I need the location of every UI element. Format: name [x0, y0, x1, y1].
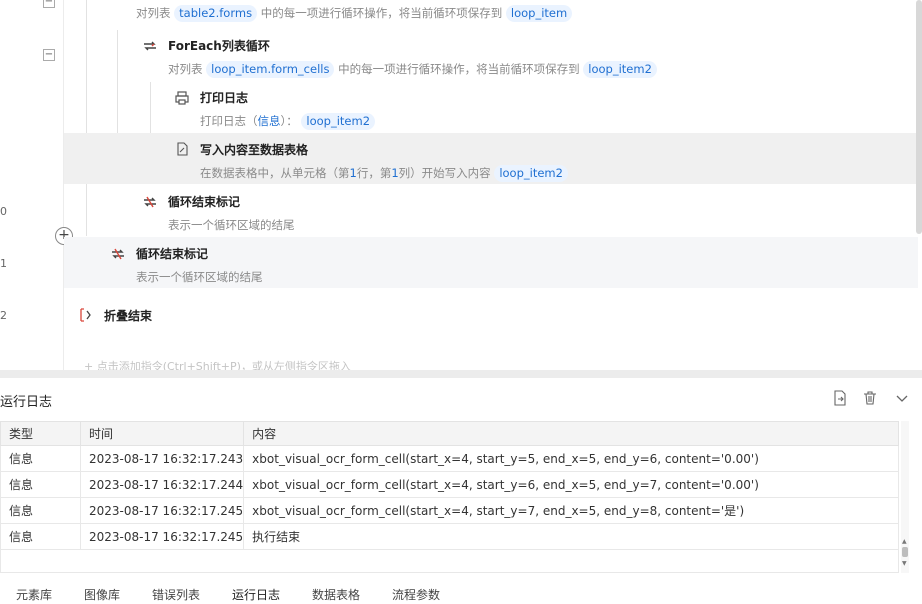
cell-content: 执行结束	[243, 523, 899, 550]
write-table-step[interactable]: 写入内容至数据表格 在数据表格中，从单元格（第1行，第1列）开始写入内容 loo…	[200, 142, 568, 182]
run-log-panel: 运行日志 类型 时间 内容 信息 2023-08-17 16:32:17.243…	[0, 378, 922, 574]
indent-guide	[86, 0, 87, 236]
step-title: ForEach列表循环	[168, 39, 270, 53]
column-header-content[interactable]: 内容	[243, 421, 899, 446]
cell-type: 信息	[0, 445, 81, 472]
step-description: 对列表 loop_item.form_cells 中的每一项进行循环操作，将当前…	[168, 60, 657, 78]
loop-end-icon	[144, 196, 156, 208]
step-description: 表示一个循环区域的结尾	[136, 270, 263, 284]
cell-time: 2023-08-17 16:32:17.245	[79, 497, 245, 524]
variable-chip[interactable]: loop_item2	[583, 61, 657, 78]
log-table: 类型 时间 内容 信息 2023-08-17 16:32:17.243 xbot…	[0, 421, 899, 550]
scroll-thumb[interactable]	[902, 547, 908, 557]
trash-icon[interactable]	[862, 390, 878, 406]
print-log-step[interactable]: 打印日志 打印日志（信息）： loop_item2	[200, 90, 376, 130]
bottom-tab-bar: 元素库 图像库 错误列表 运行日志 数据表格 流程参数	[0, 578, 922, 604]
cell-content: xbot_visual_ocr_form_cell(start_x=4, sta…	[243, 497, 899, 524]
add-command-hint[interactable]: + 点击添加指令(Ctrl+Shift+P)，或从左侧指令区拖入	[84, 358, 351, 370]
variable-chip[interactable]: loop_item.form_cells	[206, 61, 335, 78]
column-header-time[interactable]: 时间	[79, 421, 245, 446]
tab-element-library[interactable]: 元素库	[16, 586, 52, 603]
flow-editor: 0 1 2 − − + 对列表 table2.forms 中的每一项进行循环操作…	[0, 0, 922, 370]
line-number: 0	[0, 205, 7, 218]
export-icon[interactable]	[832, 390, 848, 406]
table-row[interactable]: 信息 2023-08-17 16:32:17.245 执行结束	[0, 523, 899, 550]
loop-end-icon	[112, 248, 124, 260]
loop-icon	[144, 41, 156, 51]
log-scrollbar[interactable]: ▲ ▼	[901, 421, 909, 573]
table-row[interactable]: 信息 2023-08-17 16:32:17.244 xbot_visual_o…	[0, 471, 899, 498]
cell-time: 2023-08-17 16:32:17.244	[79, 471, 245, 498]
variable-chip[interactable]: loop_item	[505, 5, 573, 22]
step-title: 打印日志	[200, 91, 249, 105]
tab-flow-params[interactable]: 流程参数	[392, 586, 440, 603]
fold-end-step[interactable]: 折叠结束	[104, 308, 152, 324]
cell-time: 2023-08-17 16:32:17.245	[79, 523, 245, 550]
step-description: 在数据表格中，从单元格（第1行，第1列）开始写入内容 loop_item2	[200, 164, 568, 182]
line-number: 2	[0, 309, 7, 322]
foreach-step[interactable]: ForEach列表循环 对列表 loop_item.form_cells 中的每…	[168, 38, 657, 78]
cell-content: xbot_visual_ocr_form_cell(start_x=4, sta…	[243, 445, 899, 472]
tab-error-list[interactable]: 错误列表	[152, 586, 200, 603]
variable-chip[interactable]: table2.forms	[174, 5, 258, 22]
variable-chip[interactable]: loop_item2	[301, 113, 376, 130]
table-header-row: 类型 时间 内容	[0, 421, 899, 446]
loop-end-step[interactable]: 循环结束标记 表示一个循环区域的结尾	[136, 246, 263, 286]
panel-splitter[interactable]	[0, 370, 922, 378]
flow-scrollbar[interactable]	[916, 0, 922, 234]
file-write-icon	[177, 142, 188, 156]
step-title: 循环结束标记	[168, 195, 241, 209]
app-window: 0 1 2 − − + 对列表 table2.forms 中的每一项进行循环操作…	[0, 0, 922, 604]
cell-type: 信息	[0, 523, 81, 550]
cell-type: 信息	[0, 497, 81, 524]
column-header-type[interactable]: 类型	[0, 421, 81, 446]
loop-end-step[interactable]: 循环结束标记 表示一个循环区域的结尾	[168, 194, 295, 234]
table-empty-area	[0, 549, 899, 573]
chevron-down-icon[interactable]	[894, 390, 910, 406]
collapse-button[interactable]: −	[43, 0, 55, 8]
step-title: 写入内容至数据表格	[200, 143, 309, 157]
step-title: 循环结束标记	[136, 247, 209, 261]
variable-chip[interactable]: loop_item2	[494, 165, 568, 182]
step-title: 折叠结束	[104, 309, 153, 323]
step-description: 表示一个循环区域的结尾	[168, 218, 295, 232]
panel-title: 运行日志	[0, 395, 53, 410]
printer-icon	[175, 91, 189, 105]
step-description: 打印日志（信息）： loop_item2	[200, 112, 376, 130]
gutter-divider	[63, 0, 64, 370]
step-description: 对列表 table2.forms 中的每一项进行循环操作，将当前循环项保存到 l…	[136, 4, 573, 22]
tab-image-library[interactable]: 图像库	[84, 586, 120, 603]
scroll-up-icon[interactable]: ▲	[902, 539, 907, 545]
collapse-button[interactable]: −	[43, 49, 55, 61]
tab-run-log[interactable]: 运行日志	[232, 586, 280, 603]
scroll-down-icon[interactable]: ▼	[902, 561, 907, 567]
fold-end-icon	[80, 308, 91, 322]
cell-content: xbot_visual_ocr_form_cell(start_x=4, sta…	[243, 471, 899, 498]
cell-type: 信息	[0, 471, 81, 498]
foreach-step-outer[interactable]: 对列表 table2.forms 中的每一项进行循环操作，将当前循环项保存到 l…	[136, 4, 573, 22]
tab-data-table[interactable]: 数据表格	[312, 586, 360, 603]
cell-time: 2023-08-17 16:32:17.243	[79, 445, 245, 472]
table-row[interactable]: 信息 2023-08-17 16:32:17.245 xbot_visual_o…	[0, 497, 899, 524]
table-row[interactable]: 信息 2023-08-17 16:32:17.243 xbot_visual_o…	[0, 445, 899, 472]
line-number: 1	[0, 257, 7, 270]
